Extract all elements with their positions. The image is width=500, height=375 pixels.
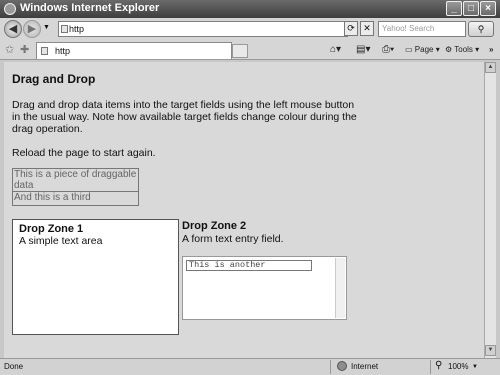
draggable-item[interactable]: This is a piece of draggable data <box>13 169 138 192</box>
feeds-icon[interactable]: ▤▾ <box>356 43 370 57</box>
minimize-button[interactable]: _ <box>446 1 462 16</box>
drop-zone-1[interactable]: Drop Zone 1 A simple text area <box>12 219 179 335</box>
search-button[interactable]: ⚲ <box>468 21 494 37</box>
drop-zone-2-description: A form text entry field. <box>182 233 284 245</box>
refresh-button[interactable]: ⟳ <box>344 21 358 36</box>
window-title: Windows Internet Explorer <box>20 2 160 14</box>
page-menu[interactable]: ▭ Page ▾ <box>405 43 440 57</box>
close-button[interactable]: × <box>480 1 496 16</box>
draggable-items-list: This is a piece of draggable data And th… <box>12 168 139 206</box>
textarea-scrollbar[interactable] <box>335 258 345 318</box>
search-input[interactable]: Yahoo! Search <box>378 21 466 37</box>
tab-toolbar: ✩ ✚ http ⌂▾ ▤▾ ⎙▾ ▭ Page ▾ ⚙ Tools ▾ » <box>0 40 500 60</box>
status-text: Done <box>4 362 24 371</box>
zoom-level[interactable]: 100% <box>448 362 468 371</box>
print-icon[interactable]: ⎙▾ <box>382 43 394 57</box>
divider <box>430 360 431 374</box>
security-zone[interactable]: Internet <box>351 362 378 371</box>
divider <box>330 360 331 374</box>
draggable-item[interactable]: And this is a third <box>13 192 138 203</box>
scroll-down-icon[interactable]: ▼ <box>485 345 496 356</box>
add-favorites-icon[interactable]: ✚ <box>20 43 29 56</box>
maximize-button[interactable]: □ <box>463 1 479 16</box>
favorites-star-icon[interactable]: ✩ <box>5 43 14 56</box>
browser-tab[interactable]: http <box>36 42 232 59</box>
new-tab-button[interactable] <box>232 44 248 58</box>
tab-label: http <box>55 46 71 56</box>
drop-zone-2[interactable]: This is another <box>182 256 347 320</box>
page-content: Drag and Drop Drag and drop data items i… <box>4 62 484 358</box>
text-entry-field[interactable]: This is another <box>186 260 312 271</box>
chevron-right-icon[interactable]: » <box>489 43 493 57</box>
back-button[interactable]: ◀ <box>4 20 22 38</box>
page-title: Drag and Drop <box>12 72 96 86</box>
home-icon[interactable]: ⌂▾ <box>330 43 341 57</box>
tools-menu-label: Tools <box>454 45 473 54</box>
stop-button[interactable]: ✕ <box>360 21 374 36</box>
drop-zone-1-title: Drop Zone 1 <box>19 223 84 235</box>
tab-favicon-icon <box>41 47 48 55</box>
drop-zone-1-description: A simple text area <box>19 235 103 247</box>
ie-logo-icon <box>4 3 16 15</box>
address-toolbar: ◀ ▶ ▼ http ⟳ ✕ Yahoo! Search ⚲ <box>0 18 500 40</box>
page-menu-label: Page <box>414 45 434 54</box>
page-favicon-icon <box>61 25 68 33</box>
page-scrollbar[interactable]: ▲ ▼ <box>484 62 496 358</box>
zoom-dropdown-icon[interactable]: ▼ <box>472 364 478 370</box>
scroll-up-icon[interactable]: ▲ <box>485 62 496 73</box>
title-bar: Windows Internet Explorer _ □ × <box>0 0 500 18</box>
drop-zone-2-title: Drop Zone 2 <box>182 220 247 232</box>
globe-icon <box>337 361 347 371</box>
zoom-icon: ⚲ <box>435 360 443 371</box>
address-input[interactable]: http <box>58 21 348 37</box>
tools-menu[interactable]: ⚙ Tools ▾ <box>445 43 479 57</box>
address-value: http <box>69 24 85 34</box>
forward-button[interactable]: ▶ <box>23 20 41 38</box>
intro-text: Drag and drop data items into the target… <box>12 99 357 135</box>
history-dropdown-icon[interactable]: ▼ <box>43 24 50 31</box>
reload-text: Reload the page to start again. <box>12 147 156 159</box>
status-bar: Done Internet ⚲ 100% ▼ <box>0 358 500 375</box>
